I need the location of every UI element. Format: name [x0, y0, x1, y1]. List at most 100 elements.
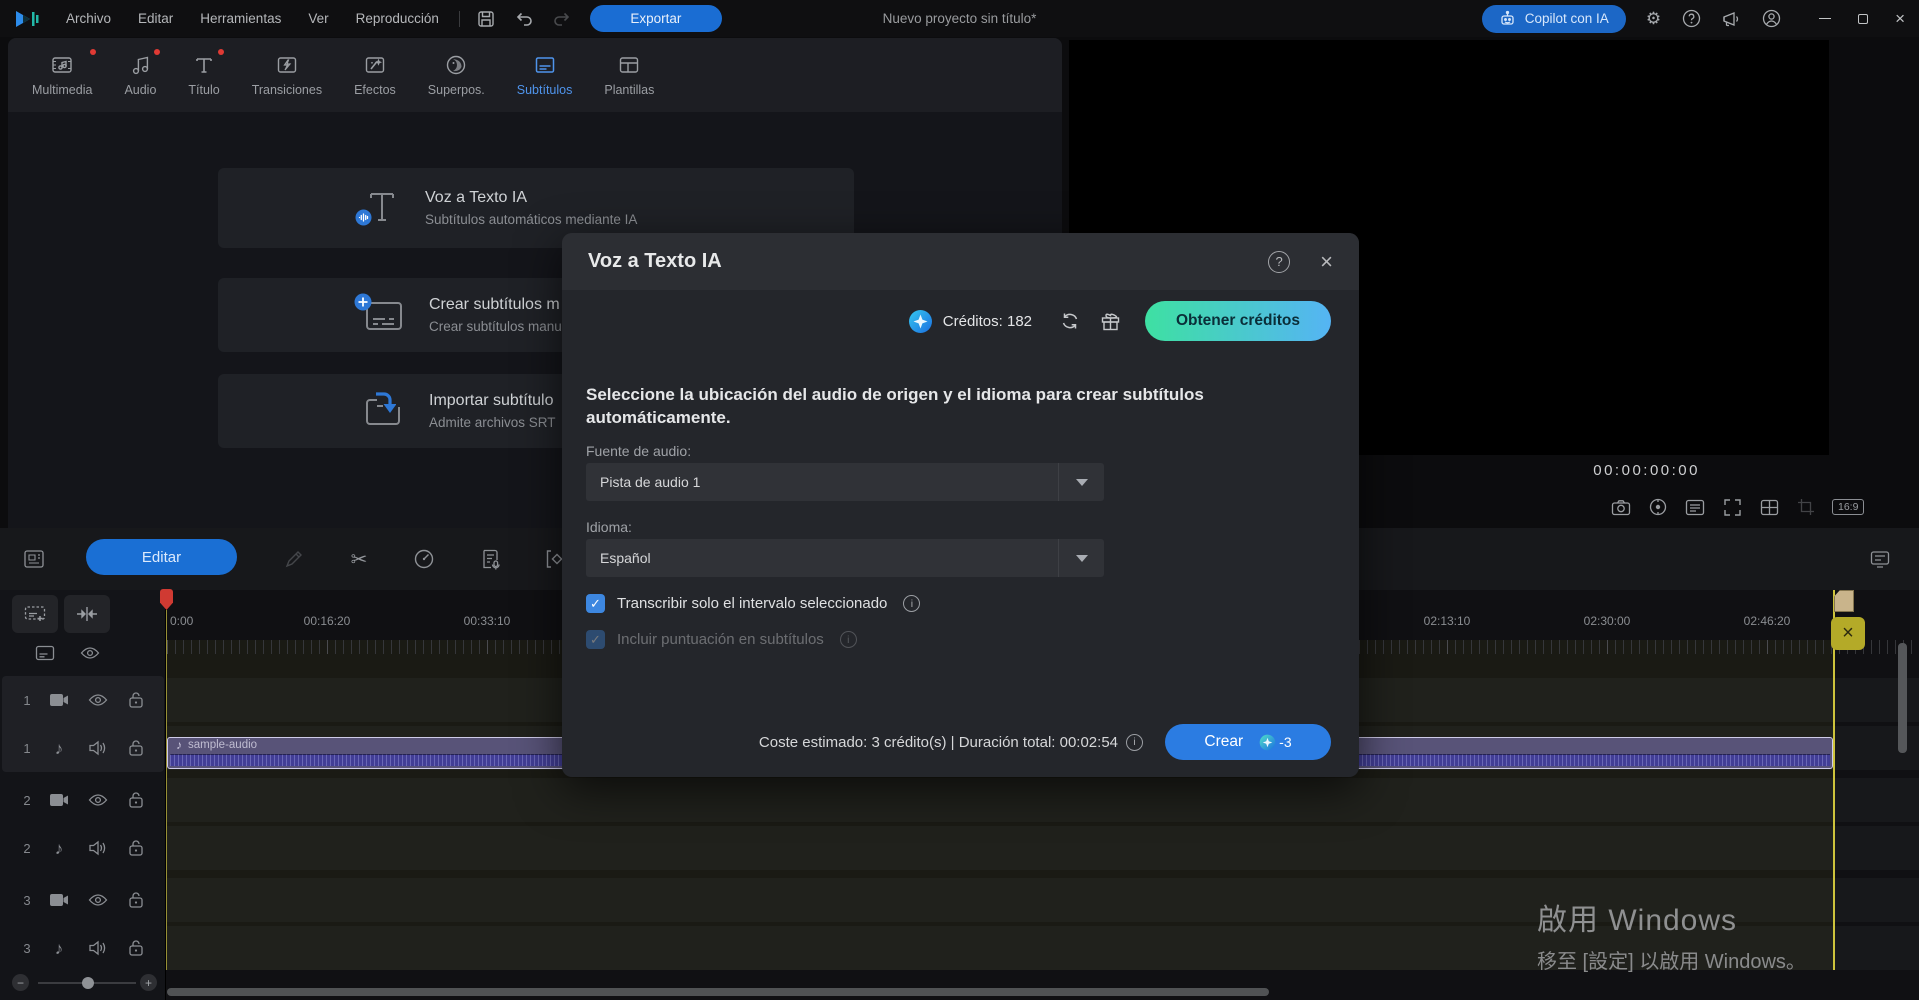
menu-archivo[interactable]: Archivo	[66, 11, 111, 26]
lock-icon[interactable]	[128, 739, 144, 757]
zoom-out-button[interactable]: −	[12, 974, 29, 991]
info-icon[interactable]: i	[1126, 734, 1143, 751]
chevron-down-icon[interactable]	[1058, 463, 1104, 501]
ruler-timecode: 00:33:10	[464, 614, 511, 628]
video-track-header[interactable]: 1	[0, 678, 166, 722]
playback-timecode: 00:00:00:00	[1496, 462, 1700, 479]
eye-visibility-icon[interactable]	[80, 646, 100, 660]
punctuation-checkbox[interactable]: ✓	[586, 630, 605, 649]
close-window-button[interactable]: ×	[1895, 10, 1905, 27]
menu-reproduccion[interactable]: Reproducción	[356, 11, 439, 26]
render-preview-icon[interactable]	[1647, 496, 1669, 518]
redo-icon[interactable]	[552, 9, 572, 29]
chevron-down-icon[interactable]	[1058, 539, 1104, 577]
help-icon[interactable]	[1681, 9, 1701, 29]
scissors-split-icon[interactable]: ✂	[347, 547, 371, 571]
tab-efectos[interactable]: Efectos	[340, 53, 410, 97]
divider	[459, 11, 460, 27]
get-credits-button[interactable]: Obtener créditos	[1145, 301, 1331, 341]
notification-dot	[90, 49, 96, 55]
music-note-icon: ♪	[48, 940, 70, 957]
marker-flag[interactable]	[1834, 590, 1854, 612]
speed-icon[interactable]	[412, 547, 436, 571]
titlebar: Archivo Editar Herramientas Ver Reproduc…	[0, 0, 1919, 37]
info-icon[interactable]: i	[903, 595, 920, 612]
undo-icon[interactable]	[514, 9, 534, 29]
info-icon[interactable]: i	[840, 631, 857, 648]
audio-track-header[interactable]: 3 ♪	[0, 926, 166, 970]
audio-track-header[interactable]: 1 ♪	[0, 726, 166, 770]
settings-gear-icon[interactable]: ⚙	[1646, 10, 1661, 27]
audio-source-select[interactable]: Pista de audio 1	[586, 463, 1104, 501]
lock-icon[interactable]	[128, 691, 144, 709]
render-settings-icon[interactable]	[1868, 547, 1892, 571]
menu-ver[interactable]: Ver	[308, 11, 328, 26]
account-icon[interactable]	[1761, 9, 1781, 29]
create-cost-value: -3	[1279, 734, 1291, 750]
dialog-help-icon[interactable]: ?	[1268, 251, 1290, 273]
text-to-speech-icon[interactable]	[479, 547, 503, 571]
maximize-button[interactable]	[1858, 14, 1868, 24]
eye-visibility-icon[interactable]	[88, 693, 108, 707]
lock-icon[interactable]	[128, 891, 144, 909]
video-track-header[interactable]: 2	[0, 778, 166, 822]
announcement-icon[interactable]	[1721, 9, 1741, 29]
vertical-scrollbar[interactable]	[1898, 643, 1907, 753]
minimize-button[interactable]	[1819, 18, 1831, 20]
interval-checkbox[interactable]: ✓	[586, 594, 605, 613]
voz-a-texto-dialog: Voz a Texto IA ? × Créditos: 182	[562, 233, 1359, 777]
audio-source-value: Pista de audio 1	[586, 474, 700, 490]
subtitle-track-header[interactable]	[0, 638, 166, 668]
tab-plantillas[interactable]: Plantillas	[590, 53, 668, 97]
tab-multimedia[interactable]: Multimedia	[18, 53, 106, 97]
dialog-instruction: Seleccione la ubicación del audio de ori…	[586, 383, 1266, 430]
credit-coin-icon	[1259, 734, 1276, 751]
zoom-slider-handle[interactable]	[82, 977, 94, 989]
mark-list-icon[interactable]	[1684, 496, 1706, 518]
lock-icon[interactable]	[128, 939, 144, 957]
add-subtitle-track-button[interactable]	[12, 595, 58, 633]
gift-icon[interactable]	[1100, 311, 1121, 332]
horizontal-scrollbar[interactable]	[167, 988, 1269, 996]
menu-herramientas[interactable]: Herramientas	[200, 11, 281, 26]
menu-editar[interactable]: Editar	[138, 11, 173, 26]
watermark-line2: 移至 [設定] 以啟用 Windows。	[1537, 945, 1806, 974]
asset-tabbar: Multimedia Audio Título Transiciones	[8, 38, 1062, 112]
fullscreen-icon[interactable]	[1721, 496, 1743, 518]
export-button[interactable]: Exportar	[590, 5, 722, 32]
eye-visibility-icon[interactable]	[88, 893, 108, 907]
music-note-icon: ♪	[48, 840, 70, 857]
tab-subtitulos[interactable]: Subtítulos	[503, 53, 587, 97]
lock-icon[interactable]	[128, 791, 144, 809]
tab-titulo[interactable]: Título	[174, 53, 233, 97]
selection-out-marker[interactable]: ×	[1831, 617, 1865, 650]
snapshot-camera-icon[interactable]	[1610, 496, 1632, 518]
video-track-header[interactable]: 3	[0, 878, 166, 922]
watermark-line1: 啟用 Windows	[1537, 895, 1806, 939]
lock-icon[interactable]	[128, 839, 144, 857]
tab-transiciones[interactable]: Transiciones	[238, 53, 336, 97]
save-icon[interactable]	[476, 9, 496, 29]
refresh-icon[interactable]	[1060, 311, 1080, 331]
dialog-title: Voz a Texto IA	[588, 250, 722, 273]
tab-audio[interactable]: Audio	[110, 53, 170, 97]
speaker-mute-icon[interactable]	[88, 940, 108, 956]
speaker-mute-icon[interactable]	[88, 840, 108, 856]
auto-ripple-button[interactable]	[64, 595, 110, 633]
eye-visibility-icon[interactable]	[88, 793, 108, 807]
aspect-ratio-button[interactable]: 16:9	[1832, 499, 1864, 515]
speaker-mute-icon[interactable]	[88, 740, 108, 756]
estimated-cost-text: Coste estimado: 3 crédito(s) | Duración …	[759, 734, 1118, 751]
dialog-close-icon[interactable]: ×	[1320, 251, 1333, 273]
crop-icon[interactable]	[1795, 496, 1817, 518]
create-button[interactable]: Crear -3	[1165, 724, 1331, 760]
audio-track-header[interactable]: 2 ♪	[0, 826, 166, 870]
copilot-button[interactable]: Copilot con IA	[1482, 5, 1626, 33]
panel-layout-icon[interactable]	[22, 547, 46, 571]
edit-mode-button[interactable]: Editar	[86, 539, 237, 575]
marker-pen-icon[interactable]	[282, 547, 306, 571]
tab-superposiciones[interactable]: Superpos.	[414, 53, 499, 97]
zoom-in-button[interactable]: +	[140, 974, 157, 991]
language-select[interactable]: Español	[586, 539, 1104, 577]
split-screen-icon[interactable]	[1758, 496, 1780, 518]
